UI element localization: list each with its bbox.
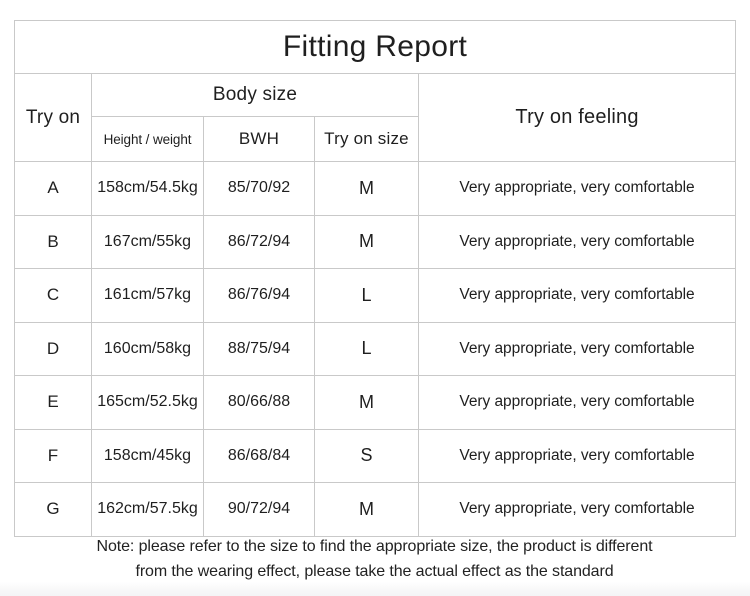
table-row: E 165cm/52.5kg 80/66/88 M Very appropria… <box>14 375 737 430</box>
cell-height-weight: 158cm/54.5kg <box>91 161 204 216</box>
cell-feeling: Very appropriate, very comfortable <box>417 161 737 216</box>
cell-feeling: Very appropriate, very comfortable <box>417 268 737 323</box>
cell-bwh: 86/76/94 <box>203 268 315 323</box>
header-try-on-feeling: Try on feeling <box>417 73 737 162</box>
header-bwh: BWH <box>203 116 315 162</box>
footer-note-line-1: Note: please refer to the size to find t… <box>96 538 653 555</box>
cell-size: M <box>314 161 419 216</box>
header-height-weight: Height / weight <box>91 116 204 162</box>
table-row: F 158cm/45kg 86/68/84 S Very appropriate… <box>14 428 737 483</box>
cell-size: L <box>314 321 419 376</box>
footer-note: Note: please refer to the size to find t… <box>14 534 735 584</box>
table-row: B 167cm/55kg 86/72/94 M Very appropriate… <box>14 214 737 269</box>
cell-feeling: Very appropriate, very comfortable <box>417 321 737 376</box>
cell-bwh: 86/72/94 <box>203 214 315 269</box>
cell-height-weight: 160cm/58kg <box>91 321 204 376</box>
cell-size: L <box>314 268 419 323</box>
cell-bwh: 85/70/92 <box>203 161 315 216</box>
cell-code: B <box>14 214 92 269</box>
table-row: G 162cm/57.5kg 90/72/94 M Very appropria… <box>14 482 737 537</box>
cell-height-weight: 162cm/57.5kg <box>91 482 204 537</box>
cell-size: M <box>314 482 419 537</box>
cell-code: G <box>14 482 92 537</box>
cell-size: S <box>314 428 419 483</box>
cell-size: M <box>314 375 419 430</box>
cell-feeling: Very appropriate, very comfortable <box>417 428 737 483</box>
cell-code: D <box>14 321 92 376</box>
fitting-report-page: Fitting Report Try on Body size Try on f… <box>0 0 750 596</box>
table-row: D 160cm/58kg 88/75/94 L Very appropriate… <box>14 321 737 376</box>
cell-height-weight: 167cm/55kg <box>91 214 204 269</box>
table-row: A 158cm/54.5kg 85/70/92 M Very appropria… <box>14 161 737 216</box>
header-body-size: Body size <box>91 73 419 117</box>
bottom-strip <box>0 582 750 596</box>
cell-size: M <box>314 214 419 269</box>
cell-bwh: 80/66/88 <box>203 375 315 430</box>
cell-bwh: 86/68/84 <box>203 428 315 483</box>
table-header-row-1: Try on Body size Try on feeling <box>14 73 737 162</box>
cell-code: F <box>14 428 92 483</box>
cell-feeling: Very appropriate, very comfortable <box>417 214 737 269</box>
fitting-report-table: Fitting Report Try on Body size Try on f… <box>13 20 737 537</box>
cell-bwh: 90/72/94 <box>203 482 315 537</box>
cell-code: C <box>14 268 92 323</box>
cell-code: E <box>14 375 92 430</box>
cell-code: A <box>14 161 92 216</box>
cell-feeling: Very appropriate, very comfortable <box>417 482 737 537</box>
table-title-row: Fitting Report <box>13 20 737 74</box>
cell-height-weight: 158cm/45kg <box>91 428 204 483</box>
cell-bwh: 88/75/94 <box>203 321 315 376</box>
page-title: Fitting Report <box>13 20 737 74</box>
footer-note-line-2: from the wearing effect, please take the… <box>135 563 614 580</box>
cell-height-weight: 165cm/52.5kg <box>91 375 204 430</box>
cell-height-weight: 161cm/57kg <box>91 268 204 323</box>
cell-feeling: Very appropriate, very comfortable <box>417 375 737 430</box>
header-try-on: Try on <box>14 73 92 162</box>
table-row: C 161cm/57kg 86/76/94 L Very appropriate… <box>14 268 737 323</box>
header-try-on-size: Try on size <box>314 116 419 162</box>
